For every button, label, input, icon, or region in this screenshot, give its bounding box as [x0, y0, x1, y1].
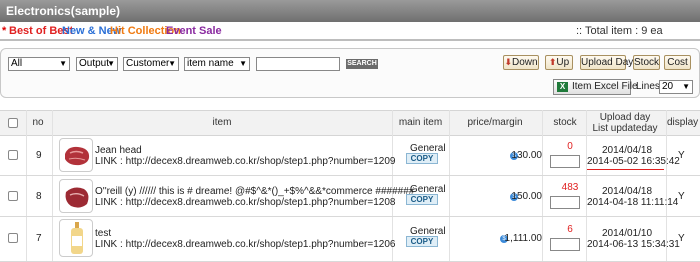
- row-checkbox[interactable]: [8, 233, 18, 243]
- search-button[interactable]: SEARCH: [346, 59, 378, 69]
- col-list-update-label: List updateday: [592, 123, 658, 134]
- col-no: no: [32, 117, 44, 128]
- total-item-count: :: Total item : 9 ea: [576, 25, 663, 37]
- list-update-date: 2014-06-13 15:34:31: [587, 239, 680, 250]
- excel-label: Item Excel File: [572, 81, 638, 92]
- display-flag: Y: [678, 150, 685, 161]
- item-excel-file-button[interactable]: X Item Excel File: [553, 79, 638, 95]
- item-price: 130.00: [511, 150, 542, 161]
- display-flag: Y: [678, 191, 685, 202]
- chevron-down-icon: ▼: [107, 59, 115, 68]
- filter-all-value: All: [11, 58, 23, 69]
- upload-date: 2014/04/18: [602, 186, 653, 197]
- item-name[interactable]: Jean head: [95, 145, 142, 156]
- select-all-checkbox[interactable]: [8, 118, 18, 128]
- filter-field-select[interactable]: item name ▼: [184, 57, 250, 71]
- copy-button[interactable]: COPY: [406, 153, 438, 164]
- col-main-item: main item: [398, 117, 443, 128]
- sort-down-button[interactable]: ⬇Down: [503, 55, 539, 70]
- upload-day-button[interactable]: Upload Day: [580, 55, 633, 70]
- highlight-underline: [587, 169, 664, 170]
- product-thumbnail[interactable]: [59, 219, 93, 257]
- filter-all-select[interactable]: All ▼: [8, 57, 70, 71]
- product-thumbnail[interactable]: [59, 138, 93, 172]
- item-name[interactable]: O''reill (y) ////// this is # dreame! @#…: [95, 186, 414, 197]
- col-display: display: [667, 117, 699, 128]
- row-checkbox[interactable]: [8, 150, 18, 160]
- item-price: 150.00: [511, 191, 542, 202]
- stock-input[interactable]: [550, 196, 580, 209]
- stock-button[interactable]: Stock: [633, 55, 660, 70]
- stock-value: 0: [567, 141, 573, 152]
- sort-up-label: Up: [556, 57, 570, 68]
- col-upload-day-label: Upload day: [599, 112, 651, 123]
- arrow-down-icon: ⬇: [504, 57, 512, 67]
- filter-customer-select[interactable]: Customer ▼: [123, 57, 179, 71]
- page-title-bar: Electronics(sample): [0, 0, 700, 22]
- chevron-down-icon: ▼: [682, 82, 690, 91]
- stock-value: 483: [561, 182, 579, 193]
- copy-button[interactable]: COPY: [406, 194, 438, 205]
- sort-down-label: Down: [511, 57, 538, 68]
- meat-image: [65, 146, 90, 166]
- chevron-down-icon: ▼: [168, 59, 176, 68]
- bottle-image: [71, 222, 83, 254]
- chevron-down-icon: ▼: [59, 59, 67, 68]
- stock-input[interactable]: [550, 238, 580, 251]
- item-price: 1,111.00: [504, 233, 542, 244]
- list-update-date: 2014-05-02 16:35:42: [587, 156, 680, 167]
- filter-output-value: Output: [79, 58, 110, 69]
- meat-image: [65, 187, 89, 208]
- cost-button[interactable]: Cost: [664, 55, 691, 70]
- chevron-down-icon: ▼: [239, 59, 247, 68]
- row-no: 8: [36, 191, 42, 202]
- upload-date: 2014/04/18: [602, 145, 653, 156]
- table-header: no item main item price/margin stock Upl…: [0, 110, 700, 136]
- category-bar: * Best of Best New & New Hit Collection …: [0, 22, 700, 40]
- display-flag: Y: [678, 233, 685, 244]
- copy-button[interactable]: COPY: [406, 236, 438, 247]
- item-name[interactable]: test: [95, 228, 111, 239]
- lines-label: Lines: [636, 81, 660, 92]
- category-star: *: [2, 25, 7, 37]
- stock-input[interactable]: [550, 155, 580, 168]
- excel-icon: X: [557, 82, 568, 92]
- upload-date: 2014/01/10: [602, 228, 653, 239]
- col-stock: stock: [553, 117, 577, 128]
- filter-field-value: item name: [187, 58, 234, 69]
- col-item: item: [212, 117, 232, 128]
- item-link[interactable]: LINK : http://decex8.dreamweb.co.kr/shop…: [95, 156, 395, 167]
- row-no: 9: [36, 150, 42, 161]
- item-link[interactable]: LINK : http://decex8.dreamweb.co.kr/shop…: [95, 197, 395, 208]
- item-link[interactable]: LINK : http://decex8.dreamweb.co.kr/shop…: [95, 239, 395, 250]
- row-checkbox[interactable]: [8, 191, 18, 201]
- search-input[interactable]: [256, 57, 340, 71]
- filter-customer-value: Customer: [126, 58, 170, 69]
- page-title: Electronics(sample): [6, 4, 121, 18]
- filter-output-select[interactable]: Output ▼: [76, 57, 118, 71]
- category-event-sale[interactable]: Event Sale: [166, 22, 222, 40]
- lines-select[interactable]: 20 ▼: [659, 80, 693, 94]
- header-divider: [0, 39, 700, 41]
- col-upload-day: Upload day List updateday: [585, 111, 665, 135]
- lines-value: 20: [662, 81, 674, 92]
- list-update-date: 2014-04-18 11:11:14: [587, 197, 679, 208]
- product-thumbnail[interactable]: [59, 179, 93, 213]
- stock-value: 6: [567, 224, 573, 235]
- sort-up-button[interactable]: ⬆Up: [545, 55, 573, 70]
- col-price-margin: price/margin: [467, 117, 523, 128]
- row-no: 7: [36, 233, 42, 244]
